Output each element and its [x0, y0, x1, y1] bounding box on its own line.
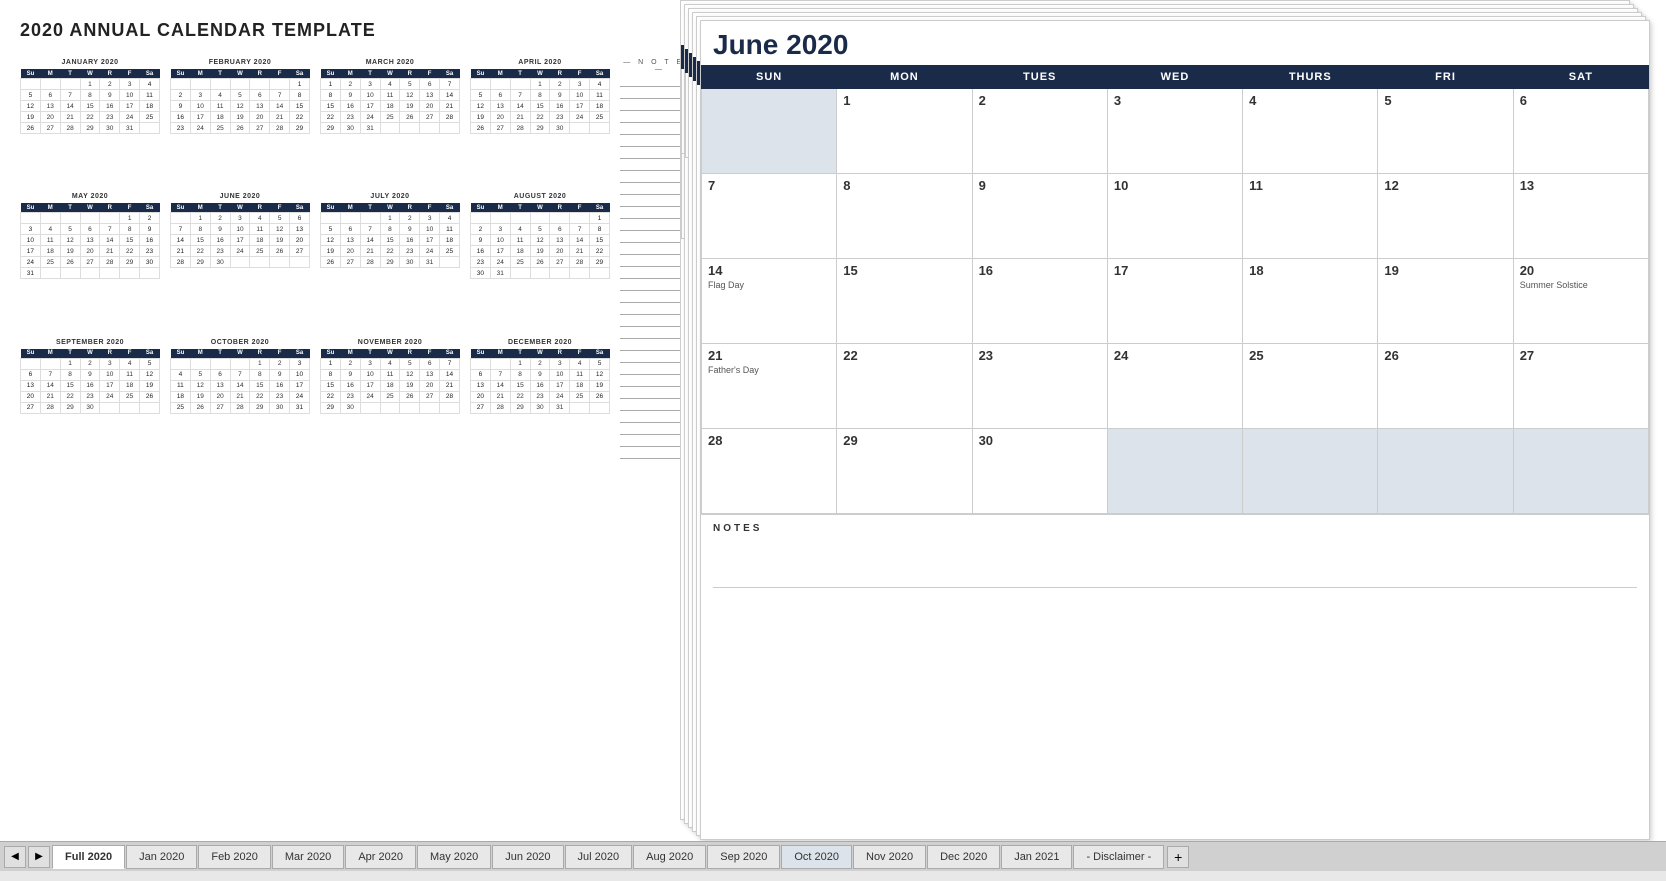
notes-line	[620, 449, 680, 459]
tab-next-btn[interactable]: ▶	[28, 846, 50, 868]
jun-week-2: 7 8 9 10 11 12 13	[702, 174, 1649, 259]
mini-month-5: JUNE 2020SuMTWRFSa1234567891011121314151…	[170, 193, 310, 324]
tab-mar-2020[interactable]: Mar 2020	[272, 845, 344, 869]
notes-line	[620, 329, 680, 339]
notes-line	[620, 341, 680, 351]
notes-title: — N O T E S —	[620, 59, 680, 73]
notes-line	[620, 377, 680, 387]
june-notes-section: NOTES	[701, 514, 1649, 596]
notes-lines	[620, 77, 680, 459]
notes-column: — N O T E S —	[620, 59, 680, 459]
tab-dec-2020[interactable]: Dec 2020	[927, 845, 1000, 869]
notes-line	[620, 233, 680, 243]
left-panel: 2020 ANNUAL CALENDAR TEMPLATE JANUARY 20…	[0, 0, 680, 841]
notes-line	[620, 245, 680, 255]
mini-month-4: MAY 2020SuMTWRFSa12345678910111213141516…	[20, 193, 160, 324]
right-panel: January 2020 SUNMONTUES WEDTHURSFRISAT 1…	[680, 0, 1666, 841]
notes-line	[620, 209, 680, 219]
notes-line	[620, 113, 680, 123]
tab-jul-2020[interactable]: Jul 2020	[565, 845, 633, 869]
tab-oct-2020[interactable]: Oct 2020	[781, 845, 852, 869]
main-area: 2020 ANNUAL CALENDAR TEMPLATE JANUARY 20…	[0, 0, 1666, 841]
notes-line	[620, 77, 680, 87]
fathers-day-note: Father's Day	[708, 365, 830, 375]
june-notes-label: NOTES	[713, 523, 1637, 534]
tab-jan-2021[interactable]: Jan 2021	[1001, 845, 1072, 869]
mini-month-11: DECEMBER 2020SuMTWRFSa123456789101112131…	[470, 339, 610, 459]
notes-line	[620, 89, 680, 99]
sheet-june: June 2020 SUN MON TUES WED THURS FRI SAT	[700, 20, 1650, 840]
notes-line	[620, 125, 680, 135]
notes-line	[620, 269, 680, 279]
mini-month-6: JULY 2020SuMTWRFSa1234567891011121314151…	[320, 193, 460, 324]
tab-prev-btn[interactable]: ◀	[4, 846, 26, 868]
tab-nov-2020[interactable]: Nov 2020	[853, 845, 926, 869]
stacked-calendars: January 2020 SUNMONTUES WEDTHURSFRISAT 1…	[680, 0, 1666, 841]
jun-week-5: 28 29 30	[702, 429, 1649, 514]
notes-line	[620, 305, 680, 315]
notes-line	[620, 365, 680, 375]
notes-line	[620, 173, 680, 183]
notes-line	[620, 101, 680, 111]
tab-jan-2020[interactable]: Jan 2020	[126, 845, 197, 869]
notes-line	[620, 161, 680, 171]
add-tab-btn[interactable]: +	[1167, 846, 1189, 868]
tab-may-2020[interactable]: May 2020	[417, 845, 491, 869]
notes-line	[620, 149, 680, 159]
summer-solstice-note: Summer Solstice	[1520, 280, 1642, 290]
tab-sep-2020[interactable]: Sep 2020	[707, 845, 780, 869]
notes-line	[620, 281, 680, 291]
notes-line	[620, 185, 680, 195]
notes-line	[620, 389, 680, 399]
tab-aug-2020[interactable]: Aug 2020	[633, 845, 706, 869]
tab-full-2020[interactable]: Full 2020	[52, 845, 125, 869]
notes-line	[620, 437, 680, 447]
tab-feb-2020[interactable]: Feb 2020	[198, 845, 270, 869]
notes-line	[620, 413, 680, 423]
mini-month-3: APRIL 2020SuMTWRFSa123456789101112131415…	[470, 59, 610, 179]
tab-jun-2020[interactable]: Jun 2020	[492, 845, 563, 869]
notes-line	[620, 425, 680, 435]
mini-month-8: SEPTEMBER 2020SuMTWRFSa12345678910111213…	[20, 339, 160, 459]
annual-title: 2020 ANNUAL CALENDAR TEMPLATE	[20, 20, 660, 41]
tab---disclaimer--[interactable]: - Disclaimer -	[1073, 845, 1164, 869]
mini-month-7: AUGUST 2020SuMTWRFSa12345678910111213141…	[470, 193, 610, 324]
notes-line	[620, 317, 680, 327]
notes-line	[620, 401, 680, 411]
mini-month-9: OCTOBER 2020SuMTWRFSa1234567891011121314…	[170, 339, 310, 459]
jun-week-3: 14Flag Day 15 16 17 18 19 20Summer Solst…	[702, 259, 1649, 344]
jun-table: SUN MON TUES WED THURS FRI SAT 1	[701, 65, 1649, 514]
notes-line	[620, 197, 680, 207]
notes-line	[620, 221, 680, 231]
jun-week-1: 1 2 3 4 5 6	[702, 89, 1649, 174]
tab-apr-2020[interactable]: Apr 2020	[345, 845, 416, 869]
notes-line	[620, 353, 680, 363]
notes-line	[620, 293, 680, 303]
flag-day-note: Flag Day	[708, 280, 830, 290]
jun-title: June 2020	[701, 21, 1649, 65]
mini-month-10: NOVEMBER 2020SuMTWRFSa123456789101112131…	[320, 339, 460, 459]
tab-bar: ◀ ▶ Full 2020Jan 2020Feb 2020Mar 2020Apr…	[0, 841, 1666, 871]
mini-month-1: FEBRUARY 2020SuMTWRFSa123456789101112131…	[170, 59, 310, 179]
notes-line	[620, 257, 680, 267]
mini-month-0: JANUARY 2020SuMTWRFSa1234567891011121314…	[20, 59, 160, 179]
notes-line	[620, 137, 680, 147]
mini-month-2: MARCH 2020SuMTWRFSa123456789101112131415…	[320, 59, 460, 179]
jun-week-4: 21Father's Day 22 23 24 25 26 27	[702, 344, 1649, 429]
